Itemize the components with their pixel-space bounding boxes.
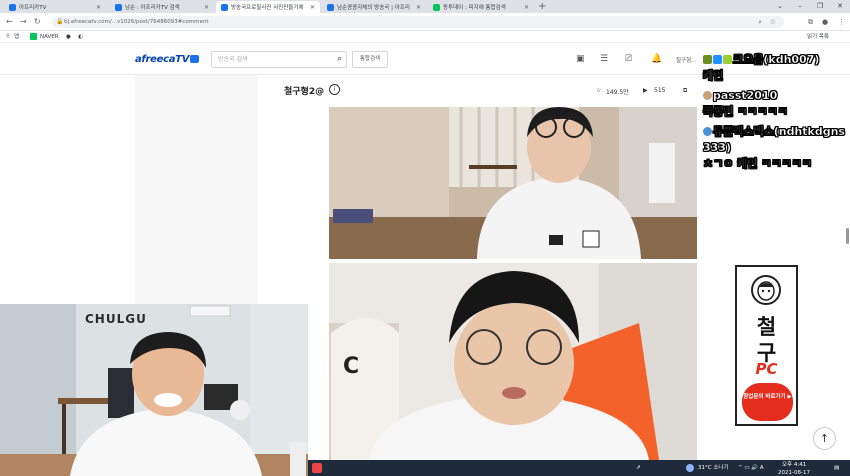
tab-title: 남순콩콩자체의 방송국 | 아프리 xyxy=(337,5,410,11)
maximize-button[interactable]: ❐ xyxy=(810,0,830,13)
bookmark-github-icon[interactable]: ● xyxy=(66,31,71,43)
tab-search-button[interactable]: ⌄ xyxy=(770,0,790,13)
naver-favicon-icon xyxy=(433,3,440,11)
extensions-icon[interactable]: ⧉ xyxy=(808,17,813,27)
back-arrow-icon[interactable]: ← xyxy=(6,16,13,28)
taskbar-arrow-icon[interactable]: ⇗ xyxy=(636,460,641,476)
url-text: bj.afreecatv.com/...v1026/post/76486093#… xyxy=(64,19,209,25)
streamer-webcam: CHULGU xyxy=(0,304,308,476)
browser-tab-0[interactable]: 아프리카TV ✕ xyxy=(4,1,106,13)
reading-list[interactable]: 읽기 목록 xyxy=(807,31,829,43)
camera-icon[interactable]: ⎚ xyxy=(625,54,632,65)
tray-icons[interactable]: ⌃ ▭ 🔊 A xyxy=(738,460,764,476)
browser-tab-3[interactable]: 남순콩콩자체의 방송국 | 아프리 ✕ xyxy=(322,1,426,13)
broadcast-icon[interactable]: ▣ xyxy=(576,54,585,65)
tab-title: 동투데이 : 피지애 통합검색 xyxy=(443,5,506,11)
windows-taskbar: ⇗ 31°C 소나기 ⌃ ▭ 🔊 A 오후 4:41 2021-08-17 ▤ xyxy=(308,460,850,476)
profile-avatar-icon[interactable]: ● xyxy=(822,17,828,27)
browser-tab-1[interactable]: 남순 : 아프리카TV 검색 ✕ xyxy=(110,1,214,13)
bookmark-apps[interactable]: 앱 xyxy=(14,31,19,43)
banner-inquiry-button[interactable]: 창업문의 바로가기 ▶ xyxy=(742,383,793,421)
bell-icon[interactable]: 🔔 xyxy=(651,54,662,65)
chat-message-0: 케인 xyxy=(703,69,724,82)
menu-kebab-icon[interactable]: ⋮ xyxy=(838,17,845,27)
taskbar-app-icon[interactable] xyxy=(312,463,322,473)
browser-tab-strip: 아프리카TV ✕ 남순 : 아프리카TV 검색 ✕ 방송국프로필사진 사진만들기… xyxy=(0,0,850,13)
logo-badge-icon xyxy=(190,55,200,63)
browser-tab-2[interactable]: 방송국프로필사진 사진만들기에 ✕ xyxy=(216,1,320,13)
minimize-button[interactable]: – xyxy=(790,0,810,13)
share-icon[interactable]: ⧉ xyxy=(683,87,687,95)
bookmark-naver[interactable]: NAVER xyxy=(40,31,59,43)
chat-user-avatar-icon xyxy=(703,55,712,64)
reload-icon[interactable]: ↻ xyxy=(34,16,41,28)
chat-nick-0: 크으읍(kdh007) xyxy=(703,52,850,68)
close-tab-icon[interactable]: ✕ xyxy=(200,4,209,11)
zoom-icon[interactable]: ⌕ xyxy=(758,16,762,28)
like-icon[interactable]: ☆ xyxy=(596,87,601,94)
like-count: 149.5만 xyxy=(606,89,629,96)
chat-user-avatar-icon xyxy=(703,91,712,100)
weather-text[interactable]: 31°C 소나기 xyxy=(698,460,729,476)
afreecatv-logo[interactable]: afreecaTV xyxy=(135,54,200,65)
forward-arrow-icon[interactable]: → xyxy=(20,16,27,28)
view-count: 515 xyxy=(654,87,666,94)
clock-date[interactable]: 2021-08-17 xyxy=(778,465,810,476)
chulgu-wall-sign: CHULGU xyxy=(85,312,147,326)
browser-tab-4[interactable]: 동투데이 : 피지애 통합검색 ✕ xyxy=(428,1,534,13)
chat-nick-1: passt2010 xyxy=(703,88,850,104)
webcam-image xyxy=(0,304,308,476)
lock-icon: 🔒 xyxy=(56,18,64,25)
chat-nick-2: 듀플렉스맥스(ndhtkdgns333) xyxy=(703,125,845,154)
subscriber-badge-icon xyxy=(713,55,722,64)
chat-message-2: ㅊㄱㅇ 케인 ㅋㅋㅋㅋㅋ xyxy=(703,157,812,170)
afreeca-favicon-icon xyxy=(327,3,334,11)
post-photo-1 xyxy=(329,107,697,259)
user-label[interactable]: 철구형... xyxy=(676,56,696,64)
new-tab-button[interactable]: + xyxy=(538,1,546,12)
left-panel xyxy=(135,75,258,305)
room-photo-2-image: C xyxy=(329,263,697,460)
chat-message-1: 쪽통민 ㅋㅋㅋㅋㅋ xyxy=(703,105,788,118)
station-search-input[interactable] xyxy=(218,52,330,67)
afreeca-favicon-icon xyxy=(9,3,16,11)
post-photo-2: C xyxy=(329,263,697,460)
fan-badge-icon xyxy=(723,55,732,64)
list-icon[interactable]: ☰ xyxy=(600,54,608,65)
shirt-print-icon: C xyxy=(343,354,359,379)
room-photo-1-image xyxy=(329,107,697,259)
close-tab-icon[interactable]: ✕ xyxy=(412,4,421,11)
address-bar: ← → ↻ 🔒 bj.afreecatv.com/...v1026/post/7… xyxy=(0,13,850,31)
page-scrollbar[interactable] xyxy=(846,228,849,244)
post-title: 철구형2@ xyxy=(284,87,325,97)
tab-title: 방송국프로필사진 사진만들기에 xyxy=(231,5,304,11)
url-omnibox[interactable]: 🔒 bj.afreecatv.com/...v1026/post/7648609… xyxy=(52,16,784,28)
afreeca-favicon-icon xyxy=(115,3,122,11)
close-window-button[interactable]: ✕ xyxy=(830,0,850,13)
station-search-box: ⌕ xyxy=(211,51,347,68)
search-icon[interactable]: ⌕ xyxy=(337,54,342,65)
chulgu-pc-banner[interactable]: 철 구 PC 창업문의 바로가기 ▶ xyxy=(735,265,798,426)
apps-grid-icon[interactable]: ⠿ xyxy=(6,31,10,43)
close-tab-icon[interactable]: ✕ xyxy=(306,4,315,11)
naver-favicon-icon xyxy=(30,33,37,40)
bookmark-star-icon[interactable]: ☆ xyxy=(770,16,776,28)
total-search-button[interactable]: 통합검색 xyxy=(352,51,388,68)
shield-badge-icon xyxy=(703,127,712,136)
banner-face-icon xyxy=(751,275,781,305)
notification-icon[interactable]: ▤ xyxy=(834,460,839,476)
info-icon[interactable]: i xyxy=(329,84,340,95)
weather-icon xyxy=(686,464,694,472)
banner-pc-label: PC xyxy=(755,360,778,378)
close-tab-icon[interactable]: ✕ xyxy=(520,4,529,11)
tab-title: 아프리카TV xyxy=(19,5,47,11)
views-icon: ▶ xyxy=(643,87,648,94)
bookmark-globe-icon[interactable]: ◐ xyxy=(78,31,83,43)
afreeca-favicon-icon xyxy=(221,3,228,11)
close-tab-icon[interactable]: ✕ xyxy=(92,4,101,11)
scroll-to-top-button[interactable]: ↑ xyxy=(813,427,836,450)
chat-overlay: 크으읍(kdh007) 케인 passt2010 쪽통민 ㅋㅋㅋㅋㅋ 듀플렉스맥… xyxy=(703,48,850,172)
bookmarks-bar: ⠿ 앱 NAVER ● ◐ 읽기 목록 xyxy=(0,31,850,43)
tab-title: 남순 : 아프리카TV 검색 xyxy=(125,5,180,11)
